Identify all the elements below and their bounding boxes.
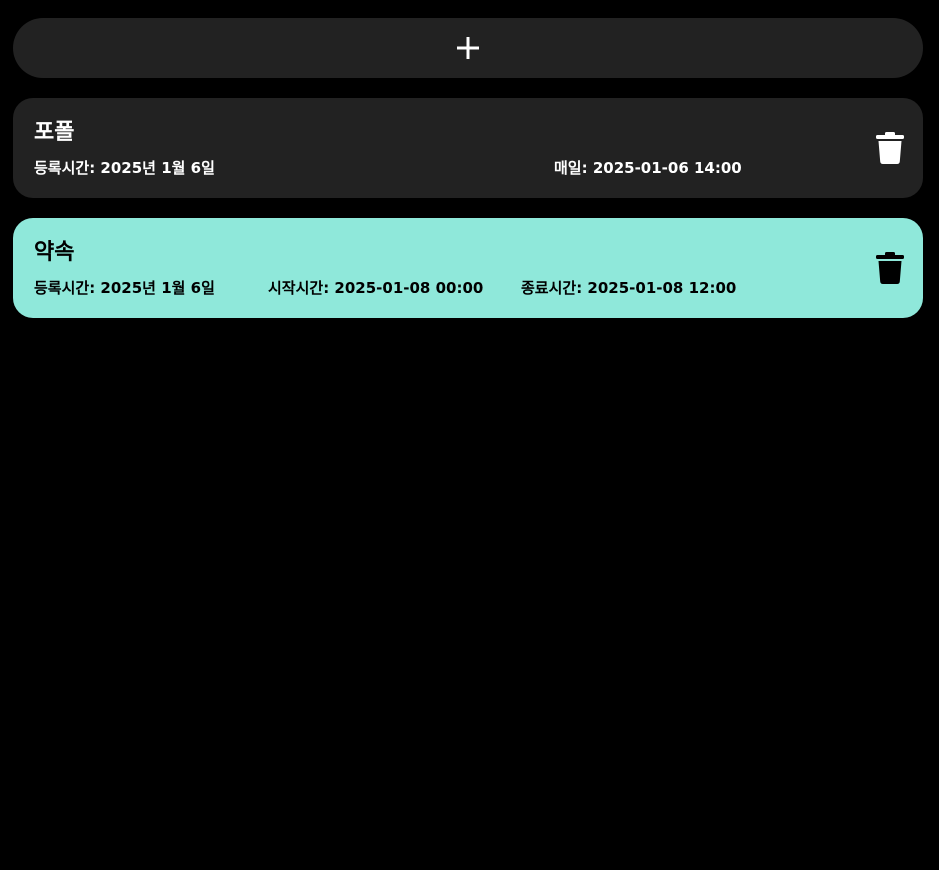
registered-time: 등록시간: 2025년 1월 6일	[34, 279, 215, 297]
daily-time: 매일: 2025-01-06 14:00	[554, 159, 742, 177]
start-time: 시작시간: 2025-01-08 00:00	[268, 279, 484, 297]
registered-time: 등록시간: 2025년 1월 6일	[34, 159, 215, 177]
schedule-card[interactable]: 약속 등록시간: 2025년 1월 6일 시작시간: 2025-01-08 00…	[13, 218, 923, 318]
trash-icon[interactable]	[876, 252, 904, 284]
trash-icon[interactable]	[876, 132, 904, 164]
add-schedule-button[interactable]	[13, 18, 923, 78]
end-time: 종료시간: 2025-01-08 12:00	[521, 279, 737, 297]
schedule-card[interactable]: 포폴 등록시간: 2025년 1월 6일 매일: 2025-01-06 14:0…	[13, 98, 923, 198]
schedule-title: 포폴	[34, 120, 75, 145]
plus-icon	[457, 37, 479, 59]
schedule-title: 약속	[34, 240, 75, 265]
